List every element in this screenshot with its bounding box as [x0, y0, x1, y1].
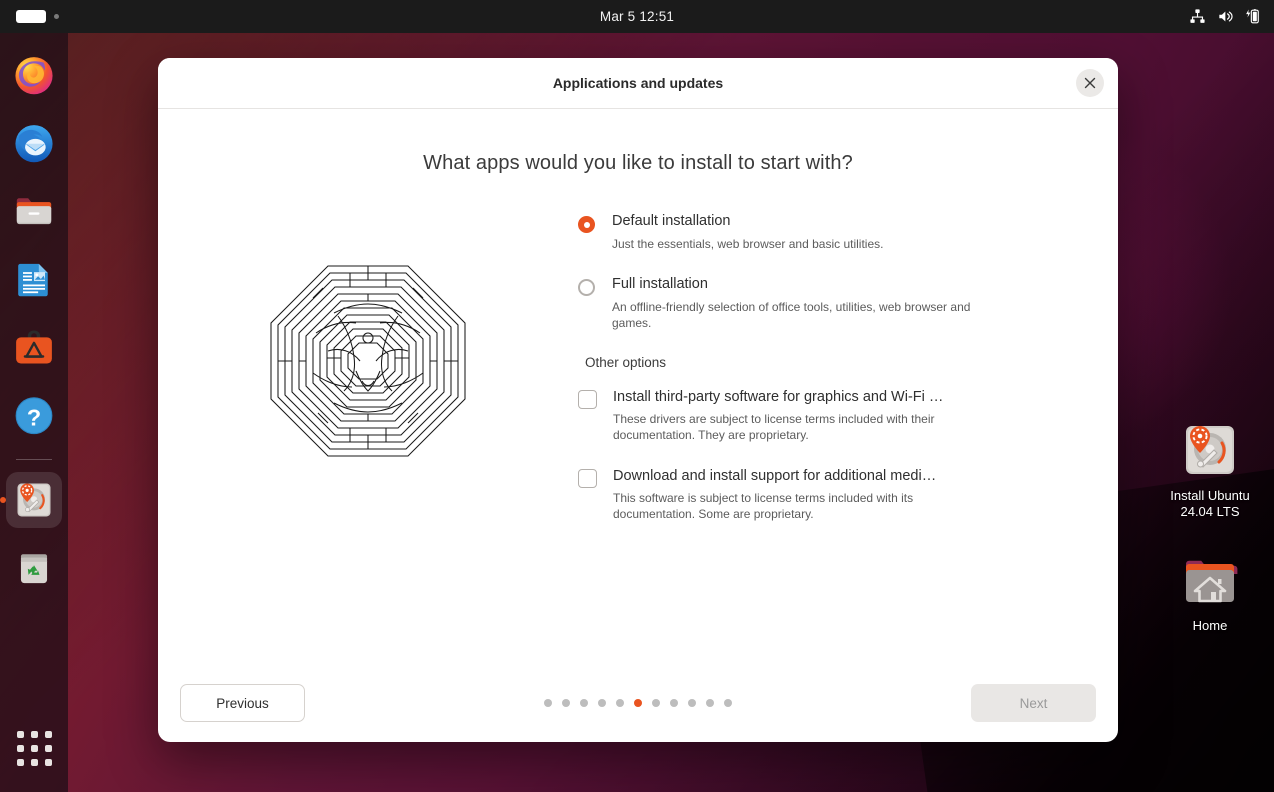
checkbox-additional-media[interactable]: [578, 469, 597, 488]
radio-full-installation[interactable]: [578, 279, 595, 296]
wizard-footer: Previous Next: [158, 664, 1118, 742]
other-option-additional-media[interactable]: Download and install support for additio…: [578, 467, 1048, 522]
install-ubuntu-icon: [17, 483, 51, 517]
dock-item-firefox[interactable]: [6, 47, 62, 103]
desktop-icon-label-line1: Home: [1192, 618, 1228, 633]
progress-dot-6[interactable]: [634, 699, 642, 707]
checkbox-title: Install third-party software for graphic…: [613, 389, 944, 405]
progress-dot-7[interactable]: [652, 699, 660, 707]
checkbox-description: This software is subject to license term…: [613, 491, 914, 521]
show-applications-button[interactable]: [6, 720, 62, 776]
install-option-full[interactable]: Full installation An offline-friendly se…: [578, 276, 1048, 331]
svg-text:?: ?: [27, 404, 41, 430]
close-glyph: [1084, 77, 1096, 89]
network-wired-icon[interactable]: [1189, 8, 1206, 25]
options-column: Default installation Just the essentials…: [578, 213, 1048, 546]
dock-item-files[interactable]: [6, 183, 62, 239]
desktop-icon-label-line2: 24.04 LTS: [1180, 504, 1240, 519]
page-body: What apps would you like to install to s…: [158, 109, 1118, 664]
window-title-bar: Applications and updates: [158, 58, 1118, 109]
progress-dot-3[interactable]: [580, 699, 588, 707]
home-folder-icon: [1178, 548, 1242, 612]
app-center-icon: [16, 330, 52, 364]
dock-item-app-center[interactable]: [6, 319, 62, 375]
option-description: An offline-friendly selection of office …: [612, 300, 971, 330]
progress-dot-11[interactable]: [724, 699, 732, 707]
other-option-third-party[interactable]: Install third-party software for graphic…: [578, 388, 1048, 443]
desktop-icon-install-ubuntu[interactable]: Install Ubuntu 24.04 LTS: [1155, 418, 1265, 520]
illustration-column: [158, 213, 578, 459]
option-title: Full installation: [612, 276, 708, 292]
dock-item-thunderbird[interactable]: [6, 115, 62, 171]
dock-item-help[interactable]: ?: [6, 387, 62, 443]
desktop-icon-label-line1: Install Ubuntu: [1170, 488, 1250, 503]
option-description: Just the essentials, web browser and bas…: [612, 237, 884, 251]
files-icon: [16, 198, 52, 225]
installer-window: Applications and updates What apps would…: [158, 58, 1118, 742]
help-icon: ?: [15, 397, 53, 435]
progress-dot-10[interactable]: [706, 699, 714, 707]
previous-button[interactable]: Previous: [180, 684, 305, 722]
clock[interactable]: Mar 5 12:51: [0, 9, 1274, 24]
content-row: Default installation Just the essentials…: [158, 175, 1118, 546]
trash-icon: [20, 554, 48, 584]
thunderbird-icon: [15, 125, 53, 163]
dock-separator: [16, 459, 52, 460]
progress-dot-5[interactable]: [616, 699, 624, 707]
dock-item-libreoffice-writer[interactable]: [6, 251, 62, 307]
next-button[interactable]: Next: [971, 684, 1096, 722]
dock-item-trash[interactable]: [6, 540, 62, 596]
status-area[interactable]: [1189, 8, 1260, 25]
octagonal-maze-illustration: [270, 265, 466, 457]
install-ubuntu-disk-icon: [1178, 418, 1242, 482]
progress-dot-8[interactable]: [670, 699, 678, 707]
running-indicator: [0, 497, 6, 503]
checkbox-third-party-software[interactable]: [578, 390, 597, 409]
dock-item-install-ubuntu[interactable]: [0, 472, 62, 528]
install-option-default[interactable]: Default installation Just the essentials…: [578, 213, 1048, 252]
progress-dot-1[interactable]: [544, 699, 552, 707]
checkbox-description: These drivers are subject to license ter…: [613, 412, 935, 442]
close-icon[interactable]: [1076, 69, 1104, 97]
volume-icon[interactable]: [1216, 8, 1234, 25]
firefox-icon: [15, 57, 53, 95]
checkbox-title: Download and install support for additio…: [613, 468, 937, 484]
desktop-icon-home[interactable]: Home: [1155, 548, 1265, 634]
dock: ?: [0, 33, 68, 792]
option-title: Default installation: [612, 213, 731, 229]
progress-dot-9[interactable]: [688, 699, 696, 707]
progress-dot-4[interactable]: [598, 699, 606, 707]
top-bar: Mar 5 12:51: [0, 0, 1274, 33]
window-title: Applications and updates: [552, 75, 724, 91]
battery-charging-icon[interactable]: [1244, 8, 1260, 25]
page-title: What apps would you like to install to s…: [423, 152, 853, 174]
other-options-label: Other options: [585, 355, 667, 370]
libreoffice-writer-icon: [18, 263, 48, 297]
progress-dot-2[interactable]: [562, 699, 570, 707]
app-grid-icon: [16, 730, 52, 766]
radio-default-installation[interactable]: [578, 216, 595, 233]
